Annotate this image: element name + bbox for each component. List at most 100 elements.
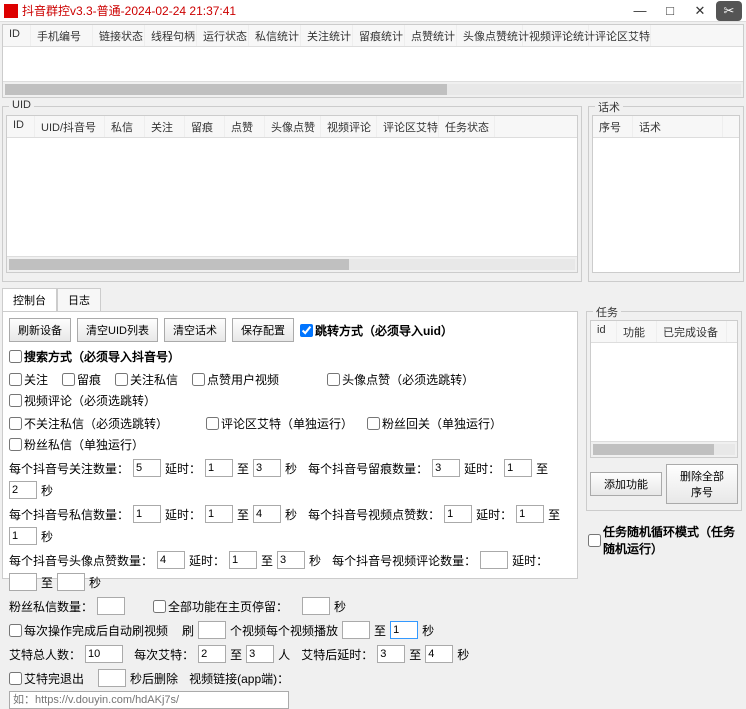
refresh-devices-button[interactable]: 刷新设备	[9, 318, 71, 342]
lbl: 每个抖音号头像点赞数量：	[9, 552, 153, 569]
column-header[interactable]: ID	[3, 25, 31, 46]
chk-unfollow-pm[interactable]: 不关注私信（必须选跳转）	[9, 415, 168, 432]
uid-grid-body[interactable]	[7, 138, 577, 256]
column-header[interactable]: 评论区艾特	[377, 116, 439, 137]
play-a-input[interactable]	[342, 621, 370, 639]
column-header[interactable]: 头像点赞统计	[457, 25, 523, 46]
delete-all-button[interactable]: 删除全部序号	[666, 464, 738, 504]
d1b[interactable]	[253, 459, 281, 477]
column-header[interactable]: 线程句柄	[145, 25, 197, 46]
column-header[interactable]: 运行状态	[197, 25, 249, 46]
talk-grid-body[interactable]	[593, 138, 739, 272]
chk-fan-pm[interactable]: 粉丝私信（单独运行）	[9, 436, 144, 453]
chk-video-comment[interactable]: 视频评论（必须选跳转）	[9, 392, 156, 409]
d2a[interactable]	[504, 459, 532, 477]
d5a[interactable]	[229, 551, 257, 569]
column-header[interactable]: 关注统计	[301, 25, 353, 46]
column-header[interactable]: 私信统计	[249, 25, 301, 46]
task-group: 任务 id功能已完成设备 添加功能 删除全部序号	[586, 311, 742, 511]
column-header[interactable]: 任务状态	[439, 116, 495, 137]
avatarlike-count-input[interactable]	[157, 551, 185, 569]
chk-fan-back[interactable]: 粉丝回关（单独运行）	[367, 415, 502, 432]
hscroll[interactable]	[7, 256, 577, 272]
at-total-input[interactable]	[85, 645, 123, 663]
hscroll[interactable]	[591, 441, 737, 457]
column-header[interactable]: 私信	[105, 116, 145, 137]
d4b[interactable]	[9, 527, 37, 545]
column-header[interactable]: 点赞统计	[405, 25, 457, 46]
clear-talk-button[interactable]: 清空话术	[164, 318, 226, 342]
leave-count-input[interactable]	[432, 459, 460, 477]
chk-task-loop[interactable]: 任务随机循环模式（任务随机运行）	[588, 523, 744, 557]
d1a[interactable]	[205, 459, 233, 477]
chk-follow-pm[interactable]: 关注私信	[115, 371, 178, 388]
column-header[interactable]: id	[591, 321, 617, 342]
sec-del-input[interactable]	[98, 669, 126, 687]
close-button[interactable]: ✕	[686, 2, 714, 20]
lbl: 每个抖音号视频评论数量：	[332, 552, 476, 569]
mode-search[interactable]: 搜索方式（必须导入抖音号）	[9, 348, 180, 365]
chk-comment-at[interactable]: 评论区艾特（单独运行）	[206, 415, 353, 432]
at-each-b-input[interactable]	[246, 645, 274, 663]
task-grid-body[interactable]	[591, 343, 737, 441]
column-header[interactable]: 点赞	[225, 116, 265, 137]
video-link-input[interactable]	[9, 691, 289, 709]
column-header[interactable]: 手机编号	[31, 25, 93, 46]
play-b-input[interactable]	[390, 621, 418, 639]
column-header[interactable]: 已完成设备	[657, 321, 727, 342]
column-header[interactable]: 话术	[633, 116, 723, 137]
chk-like-video[interactable]: 点赞用户视频	[192, 371, 279, 388]
d4a[interactable]	[516, 505, 544, 523]
videocomment-count-input[interactable]	[480, 551, 508, 569]
refresh-n-input[interactable]	[198, 621, 226, 639]
save-config-button[interactable]: 保存配置	[232, 318, 294, 342]
clear-uid-button[interactable]: 清空UID列表	[77, 318, 158, 342]
mode-jump[interactable]: 跳转方式（必须导入uid）	[300, 322, 453, 339]
column-header[interactable]: 关注	[145, 116, 185, 137]
column-header[interactable]: 序号	[593, 116, 633, 137]
tab-log[interactable]: 日志	[57, 288, 101, 311]
device-grid-body[interactable]	[3, 47, 743, 81]
column-header[interactable]: 头像点赞	[265, 116, 321, 137]
talk-group-label: 话术	[595, 99, 623, 115]
minimize-button[interactable]: —	[626, 2, 654, 20]
column-header[interactable]: 留痕	[185, 116, 225, 137]
column-header[interactable]: 留痕统计	[353, 25, 405, 46]
at-each-a-input[interactable]	[198, 645, 226, 663]
d5b[interactable]	[277, 551, 305, 569]
column-header[interactable]: UID/抖音号	[35, 116, 105, 137]
d6a[interactable]	[9, 573, 37, 591]
chk-follow[interactable]: 关注	[9, 371, 48, 388]
task-group-label: 任务	[593, 304, 621, 320]
d3a[interactable]	[205, 505, 233, 523]
maximize-button[interactable]: □	[656, 2, 684, 20]
fanpm-count-input[interactable]	[97, 597, 125, 615]
chk-avatar-like[interactable]: 头像点赞（必须选跳转）	[327, 371, 474, 388]
lbl: 每个抖音号私信数量：	[9, 506, 129, 523]
column-header[interactable]: 评论区艾特	[589, 25, 651, 46]
home-stay-input[interactable]	[302, 597, 330, 615]
at-delay-b-input[interactable]	[425, 645, 453, 663]
d2b[interactable]	[9, 481, 37, 499]
lbl: 延时：	[165, 460, 201, 477]
chk-all-home[interactable]: 全部功能在主页停留：	[153, 598, 288, 615]
add-function-button[interactable]: 添加功能	[590, 472, 662, 496]
column-header[interactable]: 视频评论统计	[523, 25, 589, 46]
d3b[interactable]	[253, 505, 281, 523]
column-header[interactable]: ID	[7, 116, 35, 137]
videolike-count-input[interactable]	[444, 505, 472, 523]
column-header[interactable]: 视频评论	[321, 116, 377, 137]
pm-count-input[interactable]	[133, 505, 161, 523]
d6b[interactable]	[57, 573, 85, 591]
screenshot-icon[interactable]: ✂	[716, 1, 742, 21]
column-header[interactable]: 链接状态	[93, 25, 145, 46]
at-delay-a-input[interactable]	[377, 645, 405, 663]
chk-leave[interactable]: 留痕	[62, 371, 101, 388]
follow-count-input[interactable]	[133, 459, 161, 477]
tab-console[interactable]: 控制台	[2, 288, 57, 311]
chk-auto-refresh[interactable]: 每次操作完成后自动刷视频	[9, 622, 168, 639]
hscroll[interactable]	[3, 81, 743, 97]
chk-at-done[interactable]: 艾特完退出	[9, 670, 84, 687]
column-header[interactable]: 功能	[617, 321, 657, 342]
tabs: 控制台 日志	[2, 288, 744, 311]
